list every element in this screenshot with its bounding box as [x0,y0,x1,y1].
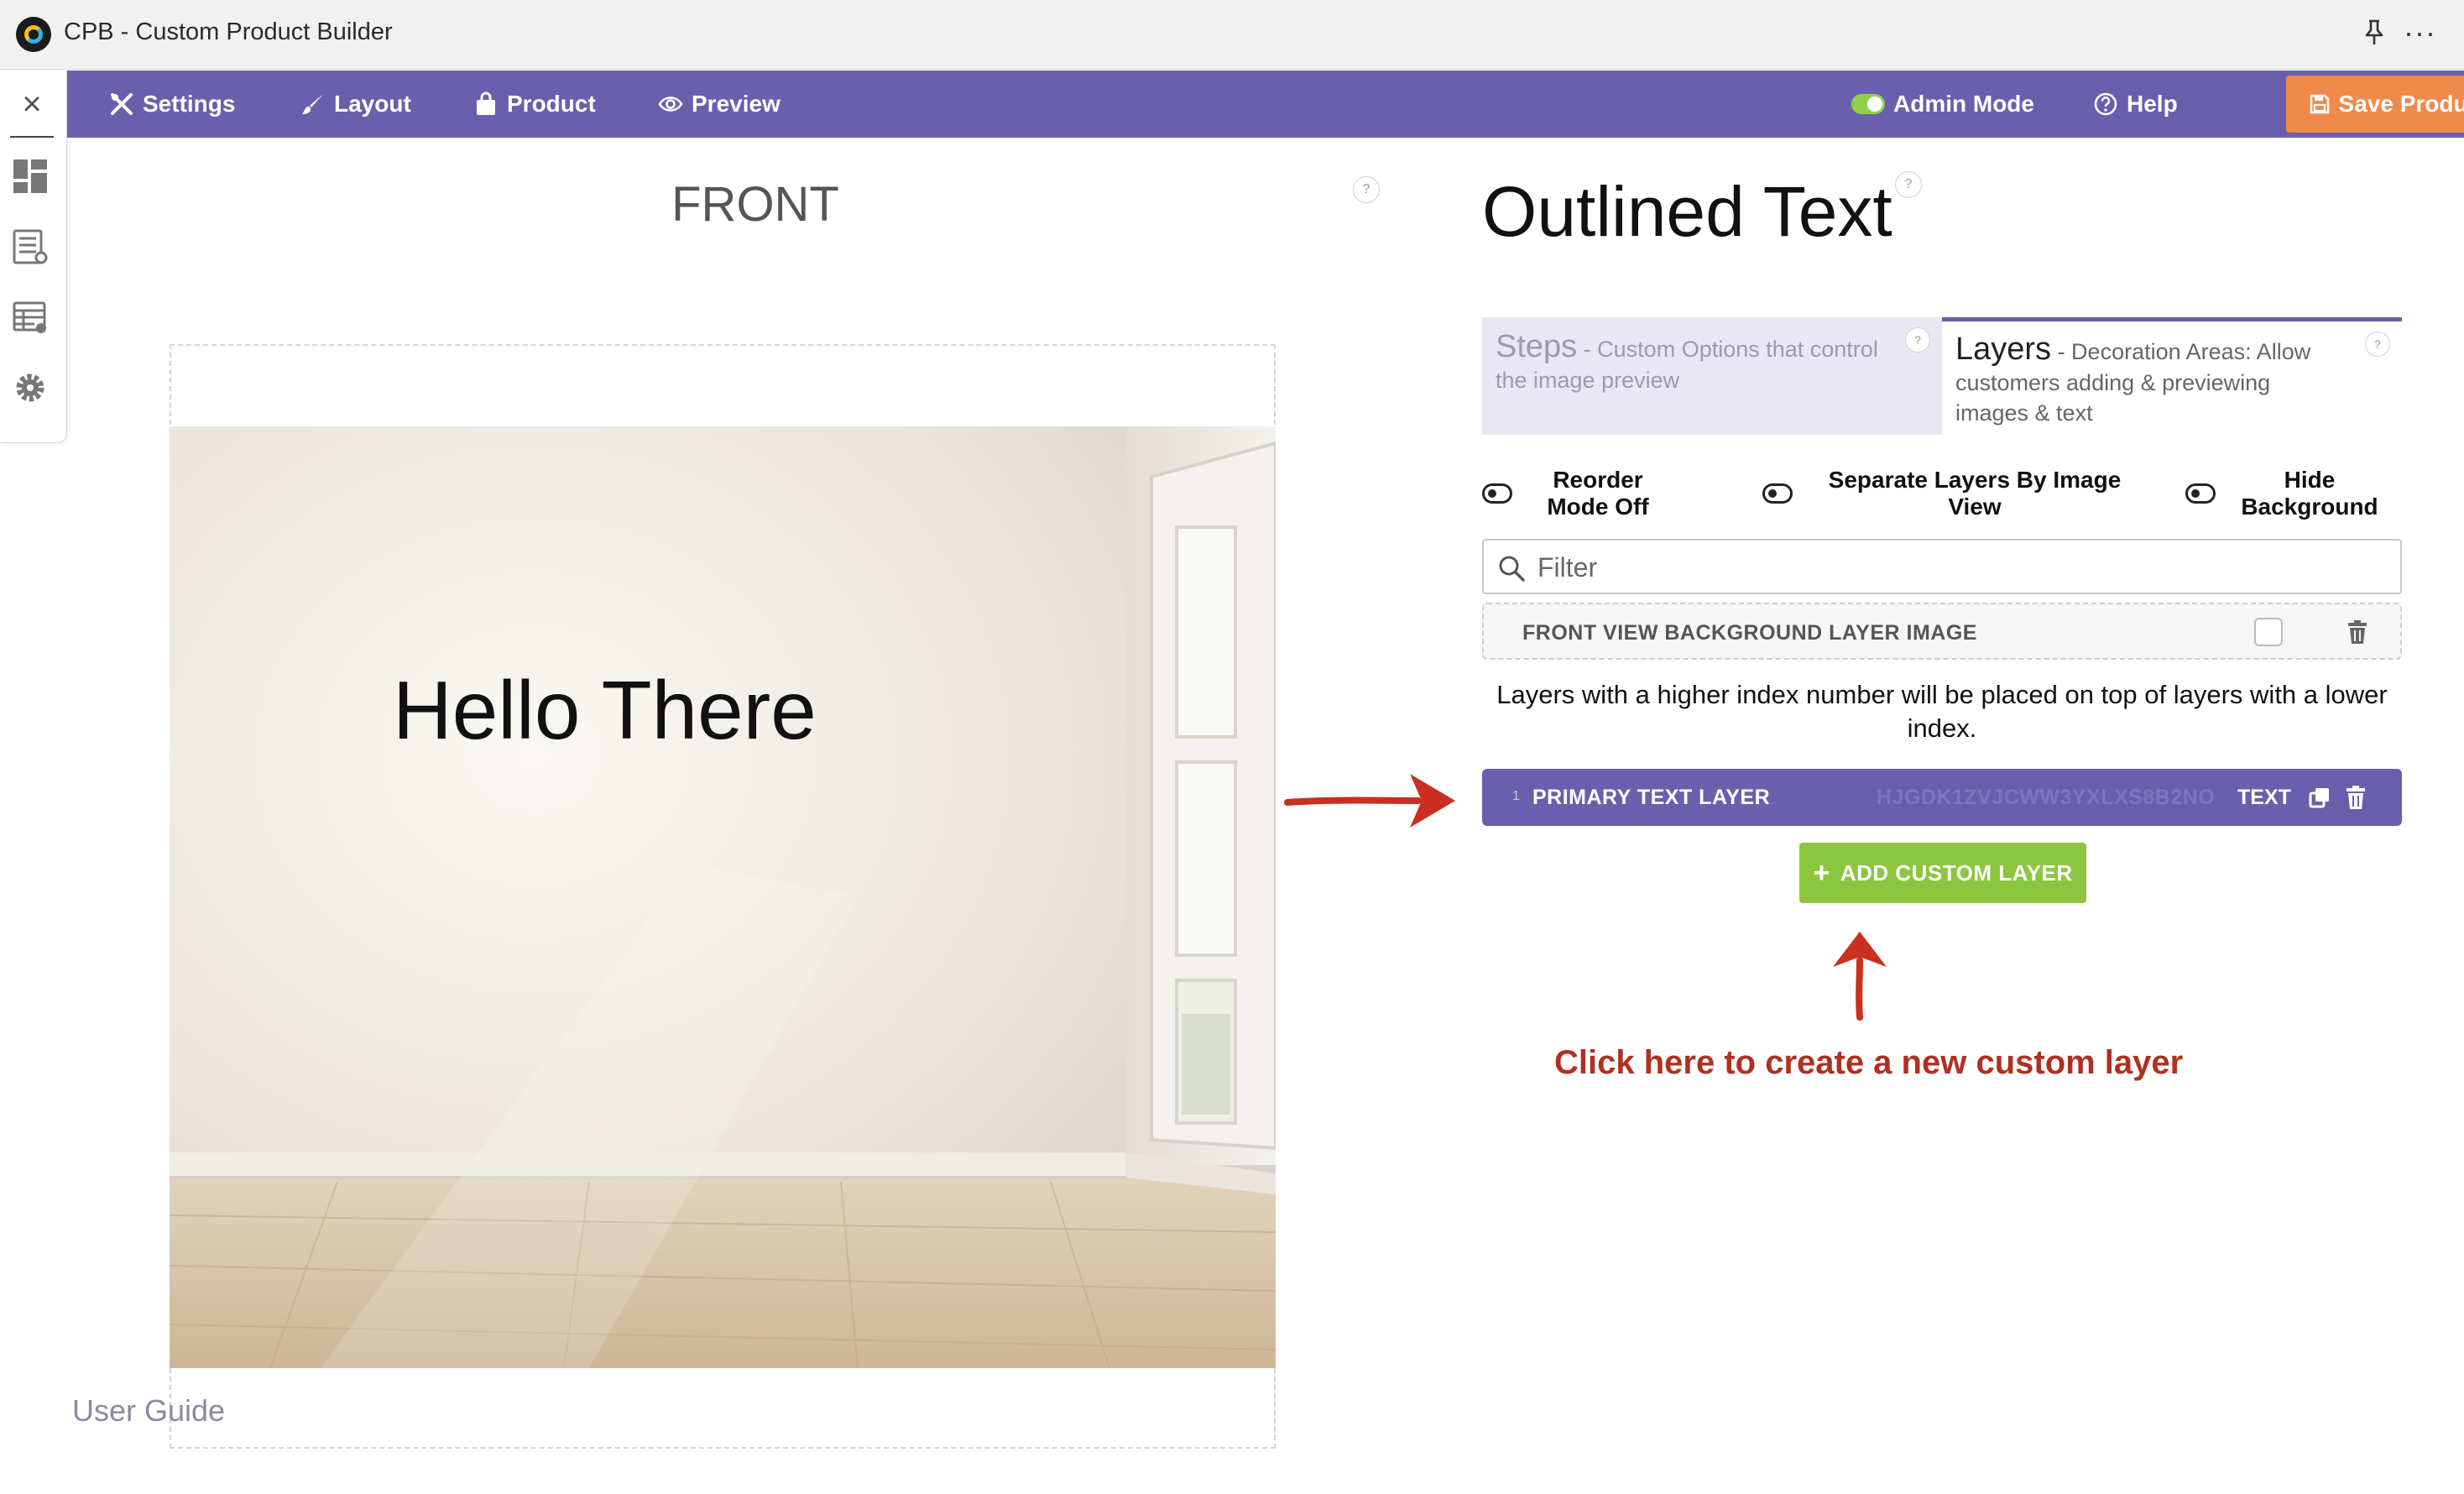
close-icon[interactable]: × [13,86,50,123]
save-product-button[interactable]: Save Product [2286,76,2464,133]
tab-steps[interactable]: Steps - Custom Options that control the … [1482,317,1942,435]
layer-index: 1 [1512,789,1520,803]
preview-menu[interactable]: Preview [658,71,780,138]
hide-background-option[interactable]: Hide Background [2185,467,2385,520]
canvas-text-layer[interactable]: Hello There [393,663,817,758]
panel-title: Outlined Text [1482,172,1892,251]
window-title-bar: CPB - Custom Product Builder ··· [0,0,2464,70]
layer-row[interactable]: 1 PRIMARY TEXT LAYER HJGDK1ZVJCWW3YXLXS8… [1482,769,2402,826]
title-help-icon[interactable]: ? [1895,171,1922,198]
layer-id: HJGDK1ZVJCWW3YXLXS8B2NO [1877,786,2216,809]
brush-icon [302,94,323,114]
search-icon [1499,556,1525,582]
help-label: Help [2127,91,2178,117]
tab-steps-help-icon[interactable]: ? [1905,327,1930,353]
view-label: FRONT [671,177,839,232]
reorder-mode-toggle[interactable] [1482,483,1512,504]
more-options-icon[interactable]: ··· [2404,15,2436,50]
hide-background-toggle[interactable] [2185,483,2216,504]
layout-menu[interactable]: Layout [300,71,411,138]
preview-label: Preview [692,91,780,117]
separate-layers-label: Separate Layers By Image View [1828,467,2122,520]
annotation-arrow-right [1284,774,1455,828]
separate-layers-toggle[interactable] [1762,483,1793,504]
reorder-mode-option[interactable]: Reorder Mode Off [1482,467,1665,520]
tab-layers-help-icon[interactable]: ? [2365,332,2390,357]
user-guide-link[interactable]: User Guide [72,1393,225,1429]
plus-icon: + [1813,857,1830,889]
layout-label: Layout [334,91,411,117]
canvas-help-icon[interactable]: ? [1353,176,1380,203]
annotation-arrow-up [1833,932,1887,1021]
help-menu[interactable]: Help [2093,71,2178,138]
product-menu[interactable]: Product [473,71,596,138]
layer-order-note: Layers with a higher index number will b… [1496,680,2388,743]
panel-tabs: Steps - Custom Options that control the … [1482,317,2402,435]
filter-field[interactable] [1482,539,2402,594]
save-product-label: Save Product [2338,91,2464,117]
product-label: Product [507,91,596,117]
room-background [170,426,1276,1368]
window-title: CPB - Custom Product Builder [64,18,393,45]
shopping-bag-icon [477,91,495,115]
left-sidebar: × [0,71,67,443]
duplicate-icon[interactable] [2308,786,2331,809]
filter-input[interactable] [1537,547,2377,588]
table-settings-icon[interactable] [12,299,49,336]
reorder-mode-label: Reorder Mode Off [1547,467,1649,520]
tab-layers-title: Layers [1955,332,2052,367]
settings-label: Settings [143,91,236,117]
admin-mode-switch [1851,94,1885,114]
admin-mode-label: Admin Mode [1893,91,2034,117]
settings-menu[interactable]: Settings [109,71,235,138]
gear-icon[interactable] [12,369,49,406]
background-layer-label: FRONT VIEW BACKGROUND LAYER IMAGE [1522,621,1977,645]
add-custom-layer-label: ADD CUSTOM LAYER [1840,859,2073,885]
main-toolbar: Settings Layout Product Preview Admin Mo… [67,71,2464,138]
dashboard-icon[interactable] [12,158,49,195]
app-logo-icon [16,17,51,52]
admin-mode-toggle[interactable]: Admin Mode [1851,71,2034,138]
product-preview-image [170,426,1276,1368]
tab-steps-title: Steps [1496,329,1578,364]
pin-icon[interactable] [2362,18,2387,47]
separate-layers-option[interactable]: Separate Layers By Image View [1762,467,2138,520]
add-custom-layer-button[interactable]: + ADD CUSTOM LAYER [1799,843,2086,903]
background-layer-row[interactable]: FRONT VIEW BACKGROUND LAYER IMAGE [1482,603,2402,660]
help-circle-icon [2094,92,2117,116]
save-icon [2310,94,2329,114]
layer-name: PRIMARY TEXT LAYER [1532,786,1771,809]
layer-type: TEXT [2237,786,2291,809]
tools-icon [111,93,133,115]
tab-layers[interactable]: Layers - Decoration Areas: Allow custome… [1942,317,2402,435]
trash-icon[interactable] [2345,785,2367,810]
background-layer-checkbox[interactable] [2254,618,2283,646]
hide-background-label: Hide Background [2241,467,2378,520]
eye-icon [658,97,683,112]
trash-icon[interactable] [2347,619,2368,645]
annotation-hint: Click here to create a new custom layer [1554,1044,2184,1081]
list-icon[interactable] [12,228,49,265]
sidebar-divider [10,136,54,138]
